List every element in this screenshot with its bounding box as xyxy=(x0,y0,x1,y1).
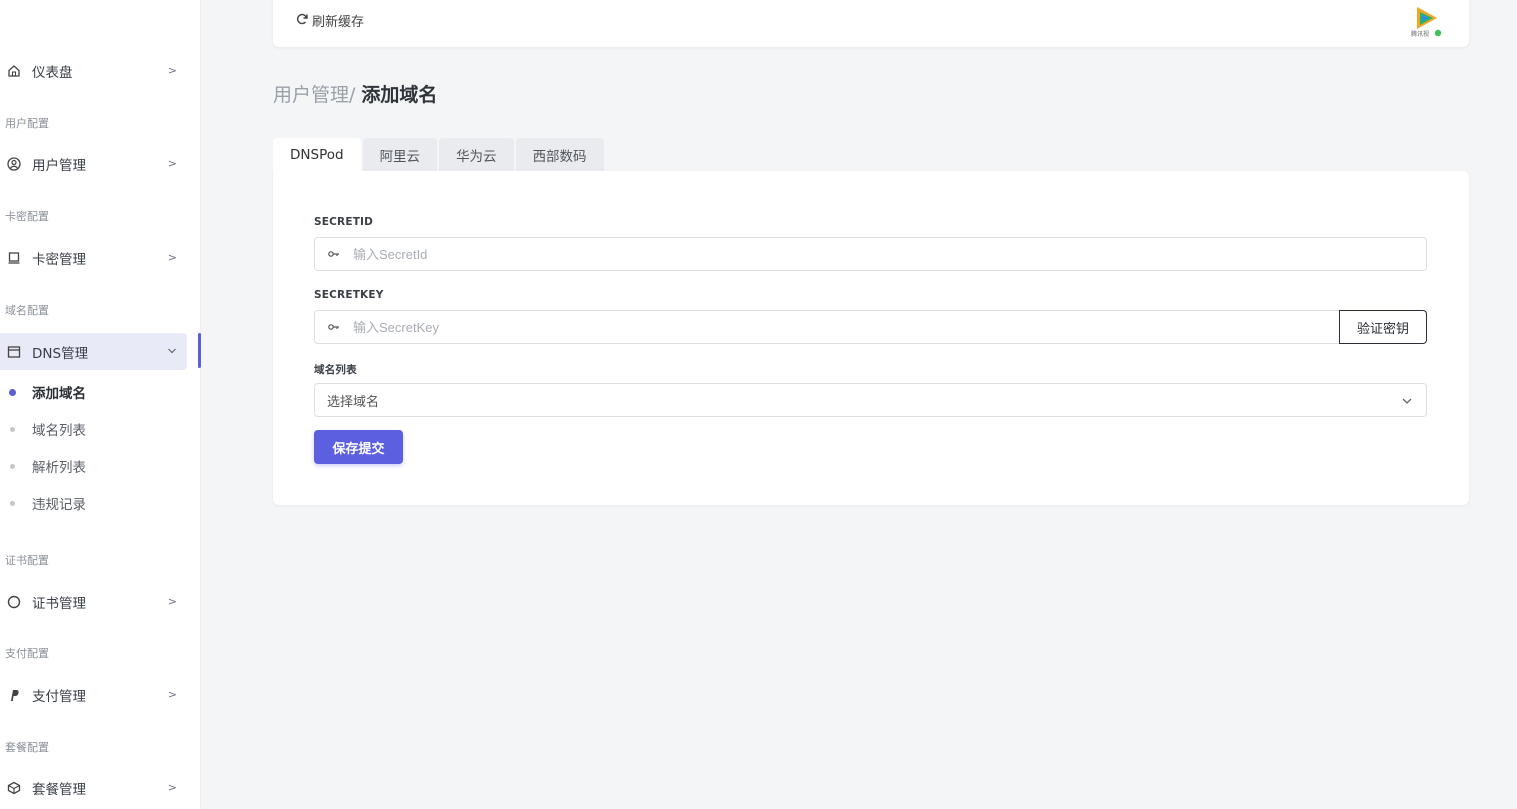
refresh-label: 刷新缓存 xyxy=(312,15,365,30)
page-title: 添加域名 xyxy=(361,84,438,106)
domain-select[interactable]: 选择域名 xyxy=(314,383,1427,417)
sidebar-item-dashboard[interactable]: 仪表盘 > xyxy=(0,52,187,89)
tab-dnspod[interactable]: DNSPod xyxy=(273,138,361,171)
secretid-input[interactable] xyxy=(353,246,1426,262)
nav-group-title: 域名配置 xyxy=(5,304,49,317)
secretid-field xyxy=(314,237,1427,271)
chevron-right-icon: > xyxy=(167,157,177,170)
box-icon xyxy=(7,781,21,795)
bullet-icon xyxy=(9,388,16,396)
chevron-right-icon: > xyxy=(167,595,177,608)
bullet-icon xyxy=(10,463,15,469)
key-icon xyxy=(315,248,353,261)
sidebar-subitem-record-list[interactable]: 解析列表 xyxy=(0,451,187,481)
domain-select-value: 选择域名 xyxy=(327,394,380,410)
sidebar-subitem-domain-list[interactable]: 域名列表 xyxy=(0,414,187,444)
sidebar-item-certs[interactable]: 证书管理 > xyxy=(0,583,187,620)
sidebar-item-packages[interactable]: 套餐管理 > xyxy=(0,769,187,806)
nav-group-title: 套餐配置 xyxy=(5,741,49,754)
nav-group-title: 支付配置 xyxy=(5,647,49,660)
chevron-right-icon: > xyxy=(167,781,177,794)
provider-tabs: DNSPod 阿里云 华为云 西部数码 xyxy=(273,138,606,171)
tab-west-digital[interactable]: 西部数码 xyxy=(515,138,604,171)
sidebar-item-label: 套餐管理 xyxy=(32,781,86,798)
tab-aliyun[interactable]: 阿里云 xyxy=(362,138,438,171)
sidebar-item-label: 证书管理 xyxy=(32,595,86,612)
form-card: SECRETID SECRETKEY 验证密钥 域名列表 选择域名 保存提交 xyxy=(273,171,1469,505)
avatar[interactable]: 腾讯视 xyxy=(1411,4,1443,40)
nav-group-title: 用户配置 xyxy=(5,117,49,130)
sidebar-subitem-violations[interactable]: 违规记录 xyxy=(0,488,187,518)
breadcrumb: 用户管理 / 添加域名 xyxy=(273,80,437,107)
chevron-right-icon: > xyxy=(167,64,177,77)
sidebar-subitem-label: 违规记录 xyxy=(32,497,86,513)
bullet-icon xyxy=(10,500,15,506)
home-icon xyxy=(7,64,21,78)
top-bar: 刷新缓存 腾讯视 xyxy=(273,0,1469,47)
refresh-icon xyxy=(295,12,309,30)
sidebar-subitem-label: 添加域名 xyxy=(32,386,86,402)
nav-group-title: 卡密配置 xyxy=(5,210,49,223)
nav-group-title: 证书配置 xyxy=(5,554,49,567)
sidebar-item-label: 仪表盘 xyxy=(32,64,73,81)
save-submit-button[interactable]: 保存提交 xyxy=(314,430,403,464)
sidebar-item-label: 支付管理 xyxy=(32,688,86,705)
sidebar: 仪表盘 > 用户配置 用户管理 > 卡密配置 卡密管理 > 域名配置 DNS管理… xyxy=(0,0,201,809)
chevron-down-icon xyxy=(167,345,177,358)
avatar-caption: 腾讯视 xyxy=(1411,31,1430,38)
sidebar-subitem-label: 解析列表 xyxy=(32,460,86,476)
breadcrumb-parent[interactable]: 用户管理 xyxy=(273,80,349,107)
sidebar-item-label: 卡密管理 xyxy=(32,251,86,268)
sidebar-item-payment[interactable]: 支付管理 > xyxy=(0,676,187,713)
chevron-down-icon xyxy=(1400,393,1414,407)
sidebar-item-dns[interactable]: DNS管理 xyxy=(0,333,187,370)
sidebar-item-label: 用户管理 xyxy=(32,157,86,174)
secretkey-input[interactable] xyxy=(353,319,1426,335)
sidebar-subitem-add-domain[interactable]: 添加域名 xyxy=(0,377,187,407)
bullet-icon xyxy=(10,426,15,432)
domain-list-label: 域名列表 xyxy=(314,364,357,376)
refresh-cache-button[interactable]: 刷新缓存 xyxy=(295,11,364,30)
key-icon xyxy=(315,321,353,334)
sidebar-item-label: DNS管理 xyxy=(32,345,89,362)
tab-huaweicloud[interactable]: 华为云 xyxy=(439,138,514,171)
secretkey-label: SECRETKEY xyxy=(314,289,384,301)
circle-icon xyxy=(7,595,21,609)
chevron-right-icon: > xyxy=(167,688,177,701)
paypal-icon xyxy=(7,688,21,702)
secretkey-field: 验证密钥 xyxy=(314,310,1427,344)
active-indicator xyxy=(198,333,201,368)
secretid-label: SECRETID xyxy=(314,216,374,228)
card-icon xyxy=(7,251,21,265)
chevron-right-icon: > xyxy=(167,251,177,264)
user-circle-icon xyxy=(7,156,21,171)
sidebar-subitem-label: 域名列表 xyxy=(32,423,86,439)
sidebar-item-cards[interactable]: 卡密管理 > xyxy=(0,239,187,276)
sidebar-item-users[interactable]: 用户管理 > xyxy=(0,145,187,182)
verify-key-button[interactable]: 验证密钥 xyxy=(1339,310,1427,344)
breadcrumb-separator: / xyxy=(349,84,356,106)
window-icon xyxy=(7,345,21,359)
